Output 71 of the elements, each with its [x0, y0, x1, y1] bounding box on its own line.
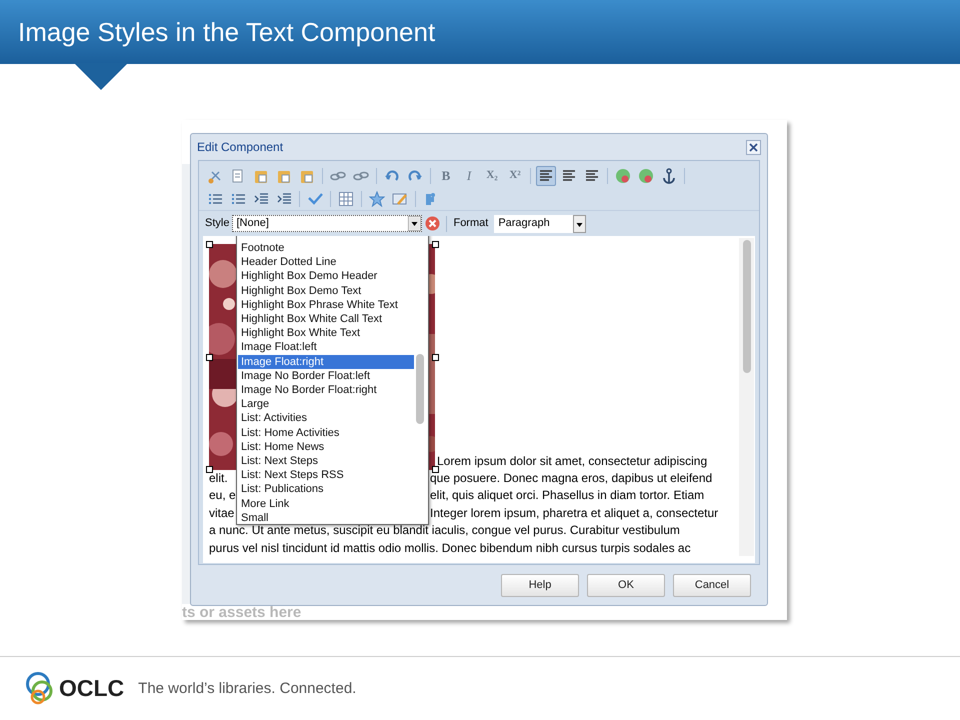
globe-icon	[615, 168, 631, 184]
style-option[interactable]: Image Float:left	[238, 340, 414, 355]
style-option[interactable]: List: Next Steps	[238, 454, 414, 468]
close-button[interactable]	[746, 140, 761, 154]
style-option[interactable]: List: Publications	[238, 482, 414, 497]
style-option[interactable]: Footnote	[238, 241, 414, 256]
image-handle	[432, 241, 439, 248]
indent-icon	[253, 190, 269, 206]
align-button[interactable]	[536, 166, 556, 186]
slide-title: Image Styles in the Text Component	[18, 19, 436, 45]
style-option[interactable]: List: Activities	[238, 411, 414, 426]
tagline: The world’s libraries. Connected.	[138, 679, 356, 700]
style-option[interactable]: More Link	[238, 496, 414, 511]
style-option[interactable]: Image No Border Float:left	[238, 368, 414, 384]
edit-icon	[392, 190, 408, 206]
style-dropdown[interactable]: [None]	[232, 215, 422, 232]
scrollbar-thumb[interactable]	[416, 354, 424, 424]
style-option[interactable]: Image No Border Float:right	[238, 383, 414, 398]
image-handle	[206, 466, 213, 473]
format-dropdown[interactable]: Paragraph	[494, 214, 586, 232]
redo-icon	[407, 168, 423, 184]
pointer-notch	[74, 63, 128, 90]
style-option[interactable]: Large	[238, 397, 414, 412]
image-handle	[432, 354, 439, 361]
body-text-line: eu, e	[209, 487, 236, 504]
body-text-line: vitae	[209, 504, 234, 522]
body-text-line: Integer lorem ipsum, pharetra et aliquet a, consectetur	[430, 504, 720, 522]
body-text-line: que posuere. Donec magna eros, dapibus ut eleifend	[430, 470, 714, 487]
dialog-button[interactable]: OK	[587, 574, 665, 597]
dialog-button[interactable]: Help	[501, 574, 579, 597]
style-option[interactable]: Highlight Box Demo Text	[238, 284, 414, 298]
style-option[interactable]: Highlight Box Phrase White Text	[238, 298, 414, 312]
body-text-line: elit.	[209, 470, 228, 487]
dialog-button[interactable]: Cancel	[673, 574, 751, 597]
align-icon	[538, 168, 554, 184]
editor-area[interactable]	[203, 236, 755, 563]
style-option[interactable]: List: Next Steps RSS	[238, 468, 414, 482]
scrollbar-thumb[interactable]	[742, 240, 750, 373]
body-text-line: elit, quis aliquet orci. Phasellus in diam tortor. Etiam	[430, 487, 706, 504]
style-option[interactable]: List: Home Activities	[238, 426, 414, 440]
brand-name: OCLC	[59, 676, 124, 700]
style-option[interactable]: Highlight Box White Call Text	[238, 312, 414, 326]
background-text: ts or assets here	[182, 605, 302, 620]
style-option[interactable]: Image Float:right	[238, 354, 414, 369]
image-handle	[206, 241, 213, 248]
style-option[interactable]: Highlight Box Demo Header	[238, 269, 414, 284]
dialog-title: Edit Component	[197, 139, 284, 156]
align-icon	[584, 168, 600, 184]
undo-icon	[384, 168, 400, 184]
body-text-line: a nunc. Ut ante metus, suscipit eu blandit iaculis, congue vel purus. Curabitur vestibulum	[209, 522, 680, 540]
style-option[interactable]: List: Home News	[238, 440, 414, 454]
star-icon	[369, 190, 385, 206]
style-option[interactable]: Header Dotted Line	[238, 255, 414, 270]
toolbar-button[interactable]	[367, 188, 387, 208]
spellcheck-icon	[307, 190, 323, 206]
image-handle	[432, 466, 439, 473]
anchor-icon	[661, 168, 677, 184]
body-text-line: Lorem ipsum dolor sit amet, consectetur adipiscing	[437, 453, 708, 470]
table-icon	[338, 190, 354, 206]
clear-icon[interactable]	[425, 216, 440, 231]
style-label: Style	[205, 216, 230, 232]
close-icon	[749, 142, 758, 152]
indent-icon	[276, 190, 292, 206]
dropdown-arrow-icon	[408, 216, 422, 231]
style-option[interactable]: Highlight Box White Text	[238, 326, 414, 340]
globe-icon	[638, 168, 654, 184]
style-option[interactable]: Small	[238, 510, 414, 524]
image-handle	[206, 354, 213, 361]
align-icon	[561, 168, 577, 184]
body-text-line: purus vel nisl tincidunt id mattis odio mollis. Donec bibendum nibh cursus turpis sodales ac	[209, 540, 691, 557]
format-label: Format	[453, 216, 488, 232]
